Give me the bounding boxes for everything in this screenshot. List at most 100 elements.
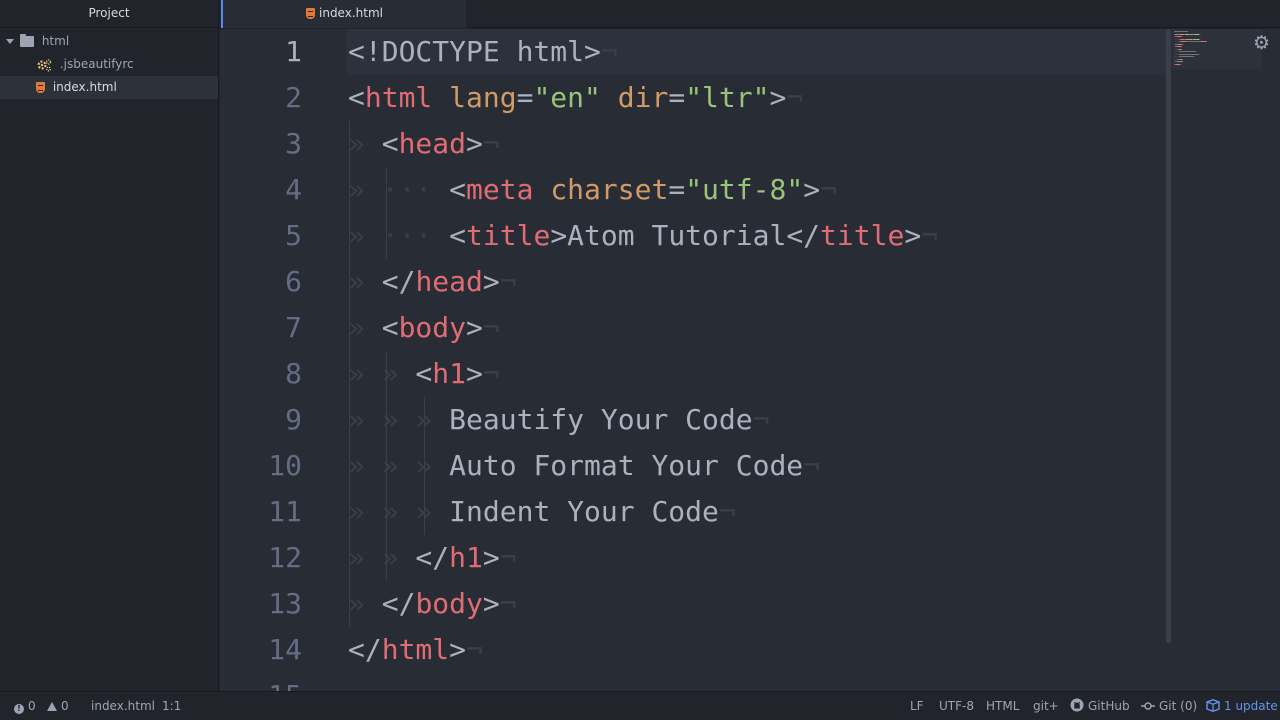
status-file-path[interactable]: index.html xyxy=(91,692,155,720)
line-number[interactable]: 9 xyxy=(222,397,302,443)
code-token: = xyxy=(668,173,686,206)
status-git[interactable]: Git (0) xyxy=(1141,692,1197,720)
line-number[interactable]: 3 xyxy=(222,121,302,167)
status-github[interactable]: GitHub xyxy=(1070,692,1130,720)
chevron-down-icon xyxy=(6,39,14,44)
tree-file-jsbeautifyrc[interactable]: .jsbeautifyrc xyxy=(0,53,218,76)
code-token: > xyxy=(904,219,922,252)
code-line[interactable]: » <body>¬ xyxy=(348,305,500,351)
invisible-char: » xyxy=(364,495,399,528)
minimap[interactable] xyxy=(1172,29,1262,69)
line-number[interactable]: 10 xyxy=(222,443,302,489)
code-token: h1 xyxy=(449,541,483,574)
code-line[interactable]: » » <h1>¬ xyxy=(348,351,500,397)
line-number[interactable]: 13 xyxy=(222,581,302,627)
line-number[interactable]: 4 xyxy=(222,167,302,213)
vertical-scrollbar[interactable] xyxy=(1166,29,1171,643)
minimap-mark xyxy=(1182,36,1183,37)
tree-view-header[interactable]: Project xyxy=(0,0,218,28)
code-token: head xyxy=(398,127,467,160)
line-number[interactable]: 2 xyxy=(222,75,302,121)
code-line[interactable]: » </body>¬ xyxy=(348,581,517,627)
status-git-plus[interactable]: git+ xyxy=(1033,692,1059,720)
code-token: "ltr" xyxy=(685,81,770,114)
github-icon xyxy=(1070,698,1084,712)
invisible-char: » xyxy=(348,357,365,390)
status-updates[interactable]: 1 update xyxy=(1206,692,1278,720)
code-token: meta xyxy=(466,173,534,206)
minimap-mark xyxy=(1183,61,1184,62)
invisible-char: » xyxy=(348,127,365,160)
invisible-char: ¬ xyxy=(786,81,804,114)
minimap-mark xyxy=(1179,51,1196,52)
code-line[interactable]: » ··· <meta charset="utf-8">¬ xyxy=(348,167,837,213)
gear-icon xyxy=(37,58,52,71)
line-number[interactable]: 11 xyxy=(222,489,302,535)
code-line[interactable]: » » </h1>¬ xyxy=(348,535,517,581)
tab-index-html[interactable]: index.html xyxy=(221,0,466,28)
invisible-char: » xyxy=(348,495,365,528)
invisible-char: ¬ xyxy=(482,127,500,160)
warning-icon xyxy=(47,702,57,711)
line-number[interactable]: 7 xyxy=(222,305,302,351)
code-token: > xyxy=(466,357,483,390)
code-line[interactable]: <html lang="en" dir="ltr">¬ xyxy=(348,75,803,121)
line-number[interactable]: 8 xyxy=(222,351,302,397)
code-token: </ xyxy=(786,219,821,252)
code-line[interactable]: <!DOCTYPE html>¬ xyxy=(348,29,618,75)
status-line-ending[interactable]: LF xyxy=(910,692,924,720)
line-number[interactable]: 12 xyxy=(222,535,302,581)
invisible-char: » xyxy=(348,311,365,344)
code-token: < xyxy=(364,127,399,160)
minimap-mark xyxy=(1194,56,1195,57)
invisible-char: » xyxy=(398,403,433,436)
status-grammar[interactable]: HTML xyxy=(986,692,1019,720)
code-line[interactable]: » » » Beautify Your Code¬ xyxy=(348,397,769,443)
code-token: "en" xyxy=(533,81,601,114)
code-line[interactable]: » » » Auto Format Your Code¬ xyxy=(348,443,820,489)
invisible-char: » xyxy=(364,449,399,482)
invisible-char: ··· xyxy=(364,219,433,252)
text-editor[interactable]: 123456789101112131415 <!DOCTYPE html>¬<h… xyxy=(220,29,1280,691)
line-number[interactable]: 6 xyxy=(222,259,302,305)
minimap-mark xyxy=(1174,31,1188,32)
code-line[interactable]: » » » Indent Your Code¬ xyxy=(348,489,736,535)
status-encoding[interactable]: UTF-8 xyxy=(939,692,974,720)
status-bar: ! 0 0 index.html 1:1 LF UTF-8 HTML git+ G… xyxy=(0,691,1280,720)
line-number[interactable]: 15 xyxy=(222,673,302,691)
code-token: body xyxy=(415,587,483,620)
line-number[interactable]: 1 xyxy=(222,29,302,75)
line-number[interactable]: 5 xyxy=(222,213,302,259)
linter-warnings[interactable]: 0 xyxy=(47,692,69,720)
code-line[interactable]: </html>¬ xyxy=(348,627,483,673)
invisible-char: ¬ xyxy=(499,265,517,298)
code-token: > xyxy=(449,633,467,666)
minimap-mark xyxy=(1188,31,1189,32)
invisible-char: » xyxy=(398,495,433,528)
code-token: Beautify Your Code xyxy=(432,403,753,436)
code-token: </ xyxy=(398,541,450,574)
code-token: title xyxy=(820,219,905,252)
code-area[interactable]: <!DOCTYPE html>¬ <html lang="en" dir="ltr… xyxy=(348,29,1168,691)
file-label: .jsbeautifyrc xyxy=(59,57,134,71)
line-number[interactable]: 14 xyxy=(222,627,302,673)
invisible-char: ¬ xyxy=(752,403,770,436)
code-token: charset xyxy=(550,173,669,206)
tree-folder-html[interactable]: html xyxy=(0,30,218,53)
folder-icon xyxy=(20,34,34,47)
invisible-char: » xyxy=(364,541,399,574)
code-line[interactable]: » </head>¬ xyxy=(348,259,517,305)
invisible-char: » xyxy=(348,587,365,620)
line-number-gutter[interactable]: 123456789101112131415 xyxy=(220,29,315,691)
linter-errors[interactable]: ! 0 xyxy=(14,692,36,720)
settings-gear-icon[interactable]: ⚙ xyxy=(1253,32,1270,54)
invisible-char: » xyxy=(348,541,365,574)
invisible-char: » xyxy=(348,173,365,206)
tree-file-index-html[interactable]: index.html xyxy=(0,76,218,99)
code-token: Indent Your Code xyxy=(432,495,719,528)
status-cursor-position[interactable]: 1:1 xyxy=(162,692,181,720)
code-line[interactable]: » ··· <title>Atom Tutorial</title>¬ xyxy=(348,213,938,259)
code-token: dir xyxy=(617,81,669,114)
code-token: > xyxy=(466,127,483,160)
code-line[interactable]: » <head>¬ xyxy=(348,121,500,167)
